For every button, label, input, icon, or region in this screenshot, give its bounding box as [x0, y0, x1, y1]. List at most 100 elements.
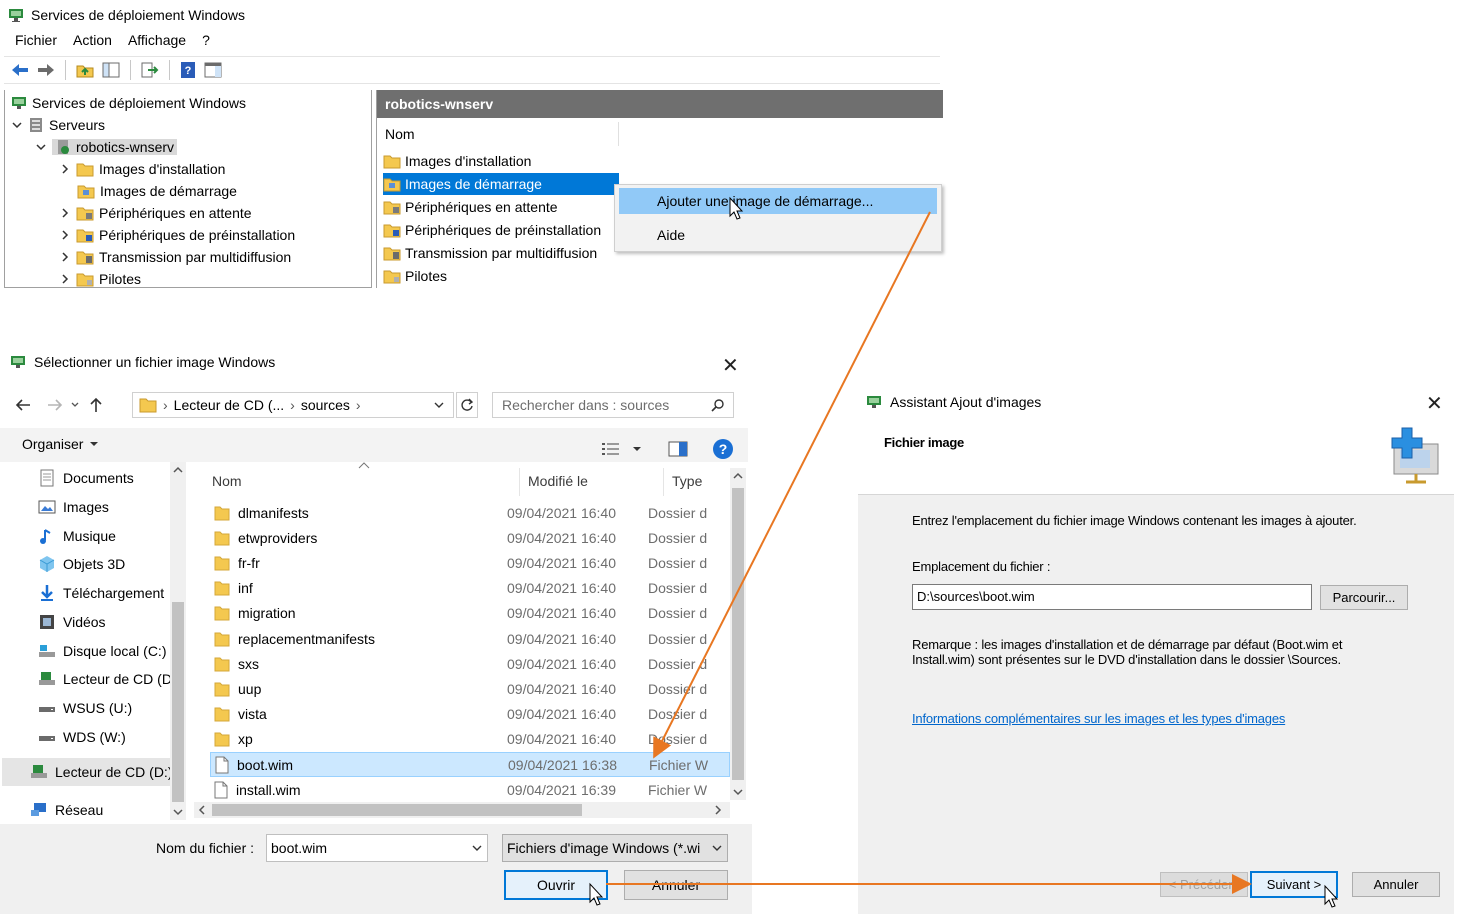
- file-row[interactable]: xp 09/04/2021 16:40 Dossier d: [210, 727, 730, 752]
- file-row[interactable]: vista 09/04/2021 16:40 Dossier d: [210, 702, 730, 727]
- export-list-icon[interactable]: [140, 61, 160, 79]
- list-scroll-thumb[interactable]: [732, 488, 744, 780]
- tree-root[interactable]: Services de déploiement Windows: [11, 92, 246, 114]
- result-item-install-images[interactable]: Images d'installation: [383, 150, 537, 172]
- tree-servers[interactable]: Serveurs: [11, 114, 105, 136]
- organize-button[interactable]: Organiser: [22, 436, 99, 452]
- filename-field[interactable]: boot.wim: [266, 834, 488, 862]
- chevron-right-icon[interactable]: [59, 163, 71, 175]
- chevron-right-icon[interactable]: [59, 251, 71, 263]
- scroll-right-icon[interactable]: [714, 805, 722, 815]
- nav-wsus[interactable]: WSUS (U:): [38, 696, 132, 720]
- column-modified[interactable]: Modifié le: [520, 468, 664, 496]
- nav-lecteur-cd-d[interactable]: Lecteur de CD (D:): [30, 760, 172, 784]
- file-row[interactable]: etwproviders 09/04/2021 16:40 Dossier d: [210, 525, 730, 550]
- refresh-button[interactable]: [456, 392, 478, 418]
- address-dropdown-icon[interactable]: [433, 397, 445, 413]
- chevron-right-icon[interactable]: [59, 207, 71, 219]
- location-input[interactable]: D:\sources\boot.wim: [912, 584, 1312, 610]
- preview-pane-icon[interactable]: [668, 441, 688, 457]
- view-details-icon[interactable]: [602, 442, 622, 456]
- nav-documents[interactable]: Documents: [38, 466, 134, 490]
- more-info-link[interactable]: Informations complémentaires sur les ima…: [912, 711, 1285, 726]
- file-type-filter[interactable]: Fichiers d'image Windows (*.wi: [502, 834, 728, 862]
- column-header-nom[interactable]: Nom: [379, 122, 619, 146]
- chevron-down-icon[interactable]: [471, 842, 483, 854]
- close-icon[interactable]: ✕: [1426, 394, 1443, 414]
- close-icon[interactable]: ✕: [722, 356, 739, 376]
- open-button[interactable]: Ouvrir: [504, 870, 608, 900]
- tree-item-boot-images[interactable]: Images de démarrage: [77, 180, 237, 202]
- menu-add-boot-image[interactable]: Ajouter une image de démarrage...: [619, 188, 937, 214]
- cancel-button[interactable]: Annuler: [624, 870, 728, 900]
- tree-item-multicast[interactable]: Transmission par multidiffusion: [59, 246, 291, 268]
- tree-item-prestaged-devices[interactable]: Périphériques de préinstallation: [59, 224, 295, 246]
- nav-disque-local[interactable]: Disque local (C:): [38, 639, 166, 663]
- menu-affichage[interactable]: Affichage: [121, 30, 195, 52]
- nav-lecteur-cd[interactable]: Lecteur de CD (D: [38, 667, 172, 691]
- next-button[interactable]: Suivant >: [1250, 871, 1338, 898]
- scroll-down-icon[interactable]: [733, 788, 743, 796]
- nav-videos[interactable]: Vidéos: [38, 610, 106, 634]
- tree-server-selected[interactable]: robotics-wnserv: [52, 139, 178, 155]
- column-type[interactable]: Type: [664, 468, 734, 496]
- breadcrumb-sources[interactable]: sources: [301, 397, 350, 413]
- chevron-right-icon[interactable]: [59, 273, 71, 285]
- nav-wds[interactable]: WDS (W:): [38, 725, 126, 749]
- list-hscrollbar[interactable]: [194, 802, 730, 818]
- chevron-right-icon[interactable]: [59, 229, 71, 241]
- up-arrow-icon[interactable]: [88, 396, 104, 414]
- list-vscrollbar[interactable]: [730, 468, 746, 800]
- file-row[interactable]: migration 09/04/2021 16:40 Dossier d: [210, 601, 730, 626]
- menu-help-item[interactable]: Aide: [619, 222, 937, 248]
- nav-images[interactable]: Images: [38, 495, 109, 519]
- caret-down-icon[interactable]: [632, 444, 642, 454]
- nav-scrollbar[interactable]: [170, 462, 186, 820]
- file-row[interactable]: dlmanifests 09/04/2021 16:40 Dossier d: [210, 500, 730, 525]
- wizard-cancel-button[interactable]: Annuler: [1352, 872, 1440, 897]
- file-row[interactable]: boot.wim 09/04/2021 16:38 Fichier W: [210, 752, 730, 777]
- nav-objets-3d[interactable]: Objets 3D: [38, 552, 125, 576]
- tree-item-pending-devices[interactable]: Périphériques en attente: [59, 202, 252, 224]
- menu-help[interactable]: ?: [195, 30, 219, 52]
- up-folder-icon[interactable]: [75, 61, 95, 79]
- file-row[interactable]: install.wim 09/04/2021 16:39 Fichier W: [210, 777, 730, 802]
- chevron-down-icon[interactable]: [11, 119, 23, 131]
- menu-action[interactable]: Action: [66, 30, 121, 52]
- help-book-icon[interactable]: ?: [179, 61, 197, 79]
- nav-reseau[interactable]: Réseau: [30, 798, 103, 822]
- back-arrow-icon[interactable]: [14, 397, 32, 413]
- forward-arrow-icon[interactable]: [36, 61, 56, 79]
- file-row[interactable]: fr-fr 09/04/2021 16:40 Dossier d: [210, 550, 730, 575]
- file-row[interactable]: replacementmanifests 09/04/2021 16:40 Doss…: [210, 626, 730, 651]
- nav-scroll-thumb[interactable]: [172, 602, 184, 802]
- breadcrumb-drive[interactable]: Lecteur de CD (...: [174, 397, 285, 413]
- recent-dropdown-icon[interactable]: [70, 397, 80, 413]
- scroll-up-icon[interactable]: [733, 472, 743, 480]
- nav-telechargement[interactable]: Téléchargement: [38, 581, 164, 605]
- scroll-down-icon[interactable]: [173, 808, 183, 816]
- result-item-drivers[interactable]: Pilotes: [383, 265, 453, 287]
- properties-pane-icon[interactable]: [203, 61, 223, 79]
- chevron-down-icon[interactable]: [711, 842, 723, 854]
- nav-musique[interactable]: Musique: [38, 524, 116, 548]
- previous-button[interactable]: < Précédent: [1160, 872, 1248, 897]
- browse-button[interactable]: Parcourir...: [1320, 585, 1408, 610]
- tree-item-drivers[interactable]: Pilotes: [59, 268, 141, 290]
- result-item-pending-devices[interactable]: Périphériques en attente: [383, 196, 564, 218]
- result-item-multicast[interactable]: Transmission par multidiffusion: [383, 242, 603, 264]
- help-icon[interactable]: ?: [712, 438, 734, 460]
- tree-server[interactable]: robotics-wnserv: [35, 136, 178, 158]
- result-item-boot-images[interactable]: Images de démarrage: [383, 173, 619, 195]
- file-row[interactable]: sxs 09/04/2021 16:40 Dossier d: [210, 651, 730, 676]
- menu-fichier[interactable]: Fichier: [8, 30, 66, 52]
- forward-arrow-icon[interactable]: [46, 397, 64, 413]
- tree-item-install-images[interactable]: Images d'installation: [59, 158, 225, 180]
- chevron-down-icon[interactable]: [35, 141, 47, 153]
- column-name[interactable]: Nom: [204, 468, 520, 496]
- address-bar[interactable]: › Lecteur de CD (... › sources ›: [132, 392, 454, 418]
- scroll-left-icon[interactable]: [198, 805, 206, 815]
- result-item-prestaged-devices[interactable]: Périphériques de préinstallation: [383, 219, 607, 241]
- show-tree-icon[interactable]: [101, 61, 121, 79]
- search-input[interactable]: Rechercher dans : sources: [492, 392, 734, 418]
